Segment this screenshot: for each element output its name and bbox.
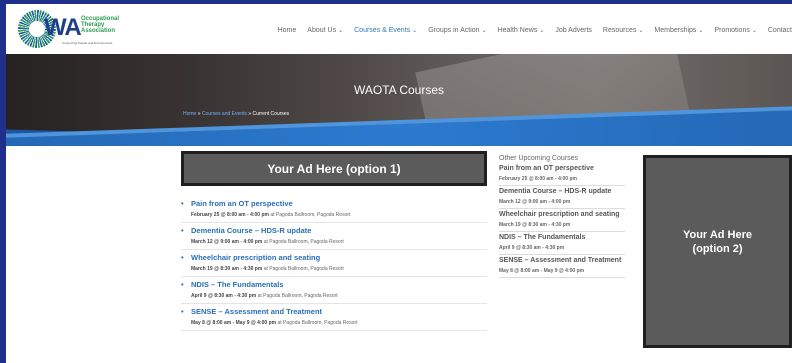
event-datetime: March 19 @ 8:30 am - 4:30 pm bbox=[191, 266, 263, 272]
logo-tagline: Connecting People and Environments bbox=[62, 41, 113, 45]
sidebar-course-item: SENSE – Assessment and Treatment May 8 @… bbox=[499, 255, 625, 278]
chevron-down-icon: ⌄ bbox=[412, 28, 418, 34]
nav-item-job-adverts[interactable]: Job Adverts bbox=[555, 27, 592, 34]
main-nav: Home About Us ⌄ Courses & Events ⌄ Groups … bbox=[267, 27, 792, 34]
event-list: • Pain from an OT perspective February 25… bbox=[181, 196, 487, 331]
sidebar-course-date: February 25 @ 8:00 am - 4:00 pm bbox=[499, 176, 577, 182]
sidebar-course-item: Wheelchair prescription and seating Marc… bbox=[499, 209, 625, 232]
event-datetime: May 8 @ 8:00 am - May 9 @ 4:00 pm bbox=[191, 320, 277, 326]
bullet-icon: • bbox=[181, 253, 184, 262]
event-item: • SENSE – Assessment and Treatment May 8 … bbox=[181, 304, 487, 331]
nav-item-resources[interactable]: Resources ⌄ bbox=[603, 27, 644, 34]
nav-item-memberships[interactable]: Memberships ⌄ bbox=[654, 27, 703, 34]
chevron-down-icon: ⌄ bbox=[338, 28, 344, 34]
event-datetime: March 12 @ 9:00 am - 4:00 pm bbox=[191, 239, 263, 245]
page: WA Occupational Therapy Association Conn… bbox=[6, 4, 792, 363]
sidebar-course-link[interactable]: SENSE – Assessment and Treatment bbox=[499, 257, 625, 265]
event-item: • Wheelchair prescription and seating Mar… bbox=[181, 250, 487, 277]
event-title-link[interactable]: Wheelchair prescription and seating bbox=[191, 253, 320, 262]
breadcrumb-home[interactable]: Home bbox=[183, 111, 196, 117]
event-venue: at Pagoda Ballroom, Pagoda Resort bbox=[270, 212, 351, 218]
breadcrumb-courses-events[interactable]: Courses and Events bbox=[202, 111, 247, 117]
breadcrumb: Home » Courses and Events » Current Cour… bbox=[183, 111, 289, 117]
ad-label: Your Ad Here (option 1) bbox=[184, 154, 484, 183]
sidebar-course-date: April 9 @ 8:30 am - 4:30 pm bbox=[499, 245, 565, 251]
event-title-link[interactable]: Pain from an OT perspective bbox=[191, 199, 293, 208]
event-item: • Dementia Course – HDS-R update March 12… bbox=[181, 223, 487, 250]
sidebar-course-link[interactable]: NDIS – The Fundamentals bbox=[499, 234, 625, 242]
sidebar-course-item: NDIS – The Fundamentals April 9 @ 8:30 a… bbox=[499, 232, 625, 255]
page-banner: WAOTA Courses Home » Courses and Events … bbox=[6, 54, 792, 146]
bullet-icon: • bbox=[181, 280, 184, 289]
event-venue: at Pagoda Ballroom, Pagoda Resort bbox=[277, 320, 358, 326]
logo-association-text: Occupational Therapy Association bbox=[81, 16, 120, 34]
site-logo[interactable]: WA Occupational Therapy Association Conn… bbox=[18, 10, 133, 48]
event-venue: at Pagoda Ballroom, Pagoda Resort bbox=[263, 266, 344, 272]
event-venue: at Pagoda Ballroom, Pagoda Resort bbox=[257, 293, 338, 299]
nav-item-promotions[interactable]: Promotions ⌄ bbox=[714, 27, 756, 34]
bullet-icon: • bbox=[181, 199, 184, 208]
event-title-link[interactable]: Dementia Course – HDS-R update bbox=[191, 226, 311, 235]
ad-line-1: Your Ad Here bbox=[682, 228, 753, 241]
chevron-down-icon: ⌄ bbox=[638, 28, 644, 34]
event-venue: at Pagoda Ballroom, Pagoda Resort bbox=[263, 239, 344, 245]
ad-banner-option-1[interactable]: Your Ad Here (option 1) bbox=[181, 151, 487, 186]
sidebar-course-link[interactable]: Dementia Course – HDS-R update bbox=[499, 188, 625, 196]
sidebar-course-item: Dementia Course – HDS-R update March 12 … bbox=[499, 186, 625, 209]
logo-wa-text: WA bbox=[44, 14, 82, 41]
sidebar-course-link[interactable]: Wheelchair prescription and seating bbox=[499, 211, 625, 219]
nav-item-home[interactable]: Home bbox=[278, 27, 297, 34]
chevron-down-icon: ⌄ bbox=[751, 28, 757, 34]
sidebar-course-item: Pain from an OT perspective February 25 … bbox=[499, 163, 625, 186]
sidebar-course-date: March 19 @ 8:30 am - 4:30 pm bbox=[499, 222, 571, 228]
site-header: WA Occupational Therapy Association Conn… bbox=[6, 4, 792, 54]
bullet-icon: • bbox=[181, 226, 184, 235]
event-item: • Pain from an OT perspective February 25… bbox=[181, 196, 487, 223]
sidebar-course-link[interactable]: Pain from an OT perspective bbox=[499, 165, 625, 173]
event-datetime: February 25 @ 8:00 am - 4:00 pm bbox=[191, 212, 269, 218]
chevron-down-icon: ⌄ bbox=[481, 28, 487, 34]
event-datetime: April 9 @ 8:30 am - 4:30 pm bbox=[191, 293, 257, 299]
ad-box-option-2[interactable]: Your Ad Here (option 2) bbox=[643, 155, 792, 348]
ad-label: Your Ad Here (option 2) bbox=[646, 158, 789, 345]
page-title: WAOTA Courses bbox=[353, 83, 445, 97]
event-item: • NDIS – The Fundamentals April 9 @ 8:30 … bbox=[181, 277, 487, 304]
nav-item-about-us[interactable]: About Us ⌄ bbox=[307, 27, 343, 34]
widget-heading: Other Upcoming Courses bbox=[499, 155, 578, 162]
nav-item-contact[interactable]: Contact bbox=[768, 27, 792, 34]
chevron-down-icon: ⌄ bbox=[698, 28, 704, 34]
event-title-link[interactable]: SENSE – Assessment and Treatment bbox=[191, 307, 322, 316]
nav-item-health-news[interactable]: Health News ⌄ bbox=[498, 27, 545, 34]
nav-item-groups-in-action[interactable]: Groups in Action ⌄ bbox=[428, 27, 486, 34]
sidebar-course-date: March 12 @ 9:00 am - 4:00 pm bbox=[499, 199, 571, 205]
bullet-icon: • bbox=[181, 307, 184, 316]
ad-line-2: (option 2) bbox=[692, 242, 743, 255]
event-title-link[interactable]: NDIS – The Fundamentals bbox=[191, 280, 284, 289]
breadcrumb-current: Current Courses bbox=[252, 111, 290, 117]
nav-item-courses-events[interactable]: Courses & Events ⌄ bbox=[354, 27, 417, 34]
upcoming-courses-widget: Other Upcoming Courses Pain from an OT p… bbox=[499, 155, 625, 278]
sidebar-course-date: May 8 @ 8:00 am - May 9 @ 4:00 pm bbox=[499, 268, 585, 274]
chevron-down-icon: ⌄ bbox=[539, 28, 545, 34]
